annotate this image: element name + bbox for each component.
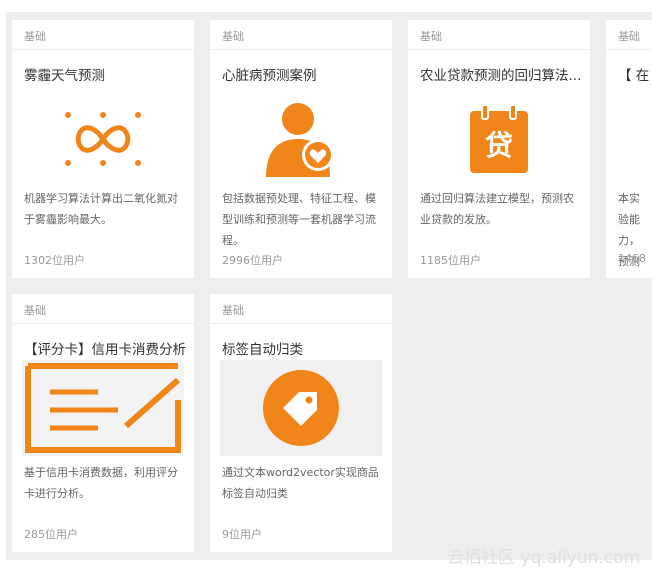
card-title[interactable]: 【 在 <box>618 64 652 84</box>
card-divider <box>12 323 194 324</box>
card-user-count: 2996位用户 <box>222 254 283 267</box>
price-tag-icon <box>263 370 339 446</box>
card-user-count: 1185位用户 <box>420 254 481 267</box>
card-title[interactable]: 雾霾天气预测 <box>24 64 194 84</box>
card-partial[interactable]: 基础 【 在 本实验能力，预测 1468 <box>606 20 652 278</box>
card-title[interactable]: 农业贷款预测的回归算法... <box>420 64 590 84</box>
card-description: 基于信用卡消费数据，利用评分卡进行分析。 <box>24 466 178 500</box>
card-description: 通过回归算法建立模型，预测农业贷款的发放。 <box>420 192 574 226</box>
card-image-area <box>220 360 382 456</box>
card-user-count: 285位用户 <box>24 528 78 541</box>
card-heart-disease[interactable]: 基础 心脏病预测案例 包括数据预处理、特征工程、模型训练和预测等一套机器学习流程… <box>210 20 392 278</box>
card-credit-scorecard[interactable]: 基础 【评分卡】信用卡消费分析 基于信用卡消费数据，利用评分卡进行分析。 285… <box>12 294 194 552</box>
card-tag: 基础 <box>24 30 46 43</box>
card-divider <box>408 49 590 50</box>
card-icon-area <box>210 94 392 184</box>
card-user-count: 1302位用户 <box>24 254 85 267</box>
card-divider <box>210 49 392 50</box>
card-icon-area <box>12 94 194 184</box>
card-title[interactable]: 标签自动归类 <box>222 338 392 358</box>
card-icon-area: 贷 <box>408 94 590 184</box>
card-tag: 基础 <box>420 30 442 43</box>
card-divider <box>12 49 194 50</box>
person-heart-icon <box>266 103 334 177</box>
card-grid: 基础 雾霾天气预测 机器学习算法计算出二氧化氮对于雾霾影响最大。 1302位用户… <box>6 12 652 560</box>
loan-clipboard-icon: 贷 <box>470 104 528 173</box>
card-description: 通过文本word2vector实现商品标签自动归类 <box>222 466 379 500</box>
card-tag-classification[interactable]: 基础 标签自动归类 通过文本word2vector实现商品标签自动归类 9位用户 <box>210 294 392 552</box>
infinity-dots-icon <box>65 112 141 166</box>
card-tag: 基础 <box>618 30 640 43</box>
card-title[interactable]: 【评分卡】信用卡消费分析 <box>24 338 194 358</box>
scorecard-icon <box>25 363 181 453</box>
card-tag: 基础 <box>222 304 244 317</box>
card-user-count: 9位用户 <box>222 528 262 541</box>
card-divider <box>606 49 652 50</box>
card-divider <box>210 323 392 324</box>
card-description: 机器学习算法计算出二氧化氮对于雾霾影响最大。 <box>24 192 178 226</box>
card-tag: 基础 <box>24 304 46 317</box>
card-image-area <box>22 360 184 456</box>
svg-text:贷: 贷 <box>485 129 513 162</box>
card-tag: 基础 <box>222 30 244 43</box>
site-watermark: 云栖社区 yq.aliyun.com <box>447 548 640 568</box>
card-description: 包括数据预处理、特征工程、模型训练和预测等一套机器学习流程。 <box>222 192 376 247</box>
card-agri-loan[interactable]: 基础 农业贷款预测的回归算法... 贷 通过回归算法建立模型，预测农业贷款的发放… <box>408 20 590 278</box>
card-title[interactable]: 心脏病预测案例 <box>222 64 392 84</box>
card-haze-prediction[interactable]: 基础 雾霾天气预测 机器学习算法计算出二氧化氮对于雾霾影响最大。 1302位用户 <box>12 20 194 278</box>
card-user-count: 1468 <box>618 252 646 265</box>
